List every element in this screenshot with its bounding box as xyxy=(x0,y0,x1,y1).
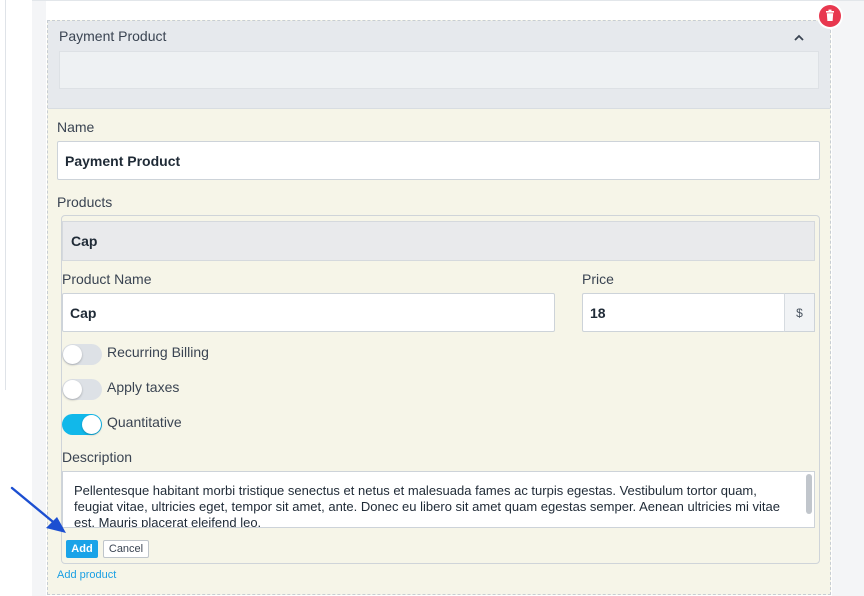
quantitative-label: Quantitative xyxy=(107,414,182,430)
left-panel xyxy=(0,0,6,390)
toggle-knob xyxy=(82,415,101,434)
currency-addon: $ xyxy=(784,293,815,332)
top-divider xyxy=(32,0,864,1)
block-header[interactable]: Payment Product xyxy=(48,21,830,109)
arrow-icon xyxy=(10,486,66,533)
price-value: 18 xyxy=(590,304,606,321)
toggle-knob xyxy=(63,345,82,364)
product-name-value: Cap xyxy=(70,304,97,321)
apply-taxes-label: Apply taxes xyxy=(107,379,180,395)
block-preview-area xyxy=(59,51,819,89)
add-product-link[interactable]: Add product xyxy=(57,569,116,581)
description-label: Description xyxy=(62,449,133,465)
block-title: Payment Product xyxy=(59,28,167,44)
description-textarea[interactable]: Pellentesque habitant morbi tristique se… xyxy=(62,471,815,528)
toggle-knob xyxy=(63,380,82,399)
add-button[interactable]: Add xyxy=(66,540,98,558)
products-label: Products xyxy=(57,194,113,210)
product-item-title: Cap xyxy=(71,233,98,249)
name-label: Name xyxy=(57,119,95,135)
product-item-header[interactable]: Cap xyxy=(62,221,815,261)
product-name-label: Product Name xyxy=(62,271,152,287)
cancel-button[interactable]: Cancel xyxy=(103,540,149,558)
description-text: Pellentesque habitant morbi tristique se… xyxy=(74,483,780,528)
quantitative-toggle[interactable] xyxy=(62,414,102,435)
price-label: Price xyxy=(582,271,614,287)
currency-symbol: $ xyxy=(796,305,803,320)
description-scrollbar[interactable] xyxy=(806,474,812,514)
chevron-up-icon[interactable] xyxy=(792,31,806,45)
name-input-value: Payment Product xyxy=(65,152,181,169)
name-input[interactable]: Payment Product xyxy=(57,141,820,180)
delete-block-button[interactable] xyxy=(819,5,841,27)
canvas-gutter-right xyxy=(832,0,864,596)
trash-icon xyxy=(826,9,834,21)
apply-taxes-toggle[interactable] xyxy=(62,379,102,400)
product-name-input[interactable]: Cap xyxy=(62,293,555,332)
recurring-billing-toggle[interactable] xyxy=(62,344,102,365)
recurring-billing-label: Recurring Billing xyxy=(107,344,209,360)
price-input[interactable]: 18 xyxy=(582,293,785,332)
